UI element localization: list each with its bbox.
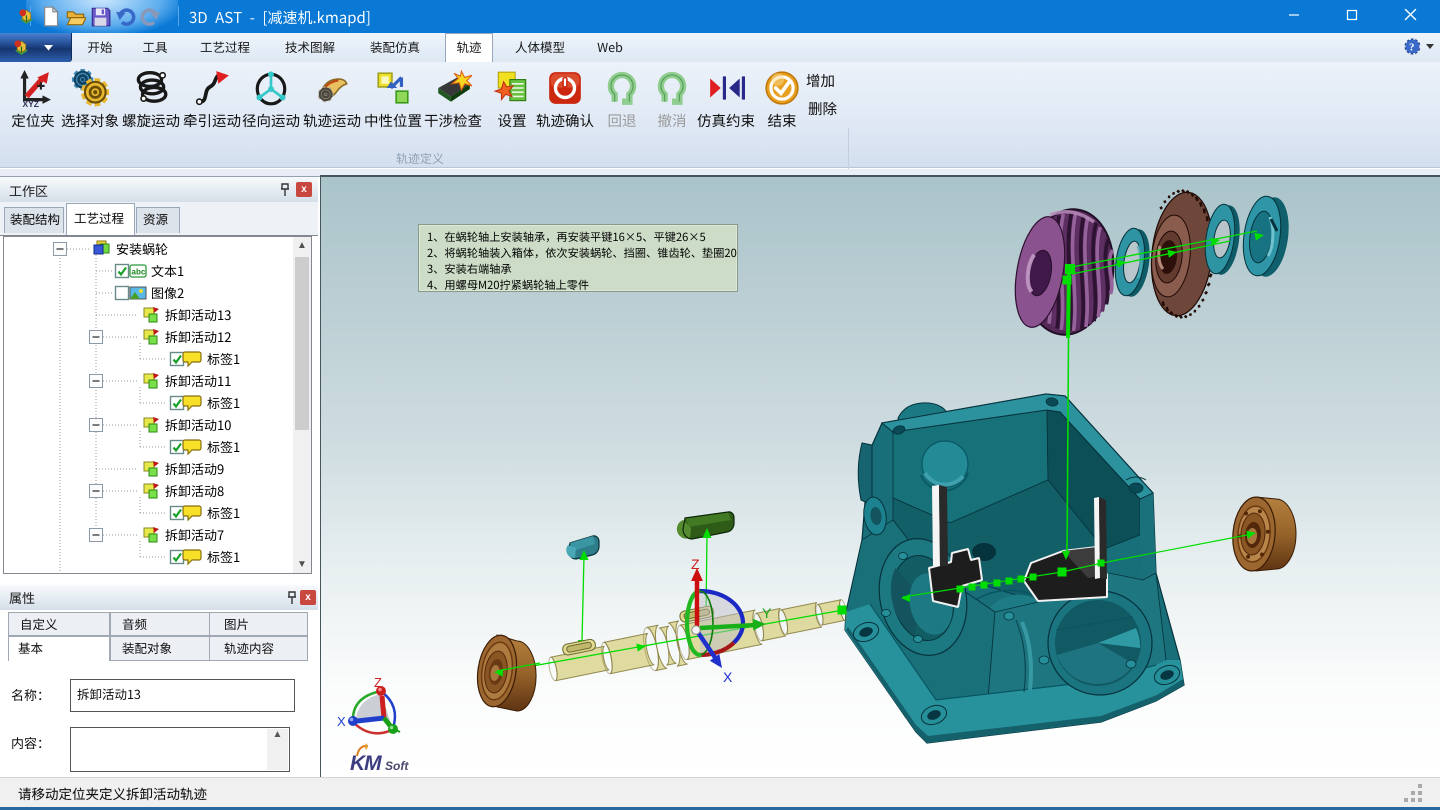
svg-text:XYZ: XYZ (22, 99, 38, 107)
svg-text:?: ? (1409, 42, 1415, 54)
